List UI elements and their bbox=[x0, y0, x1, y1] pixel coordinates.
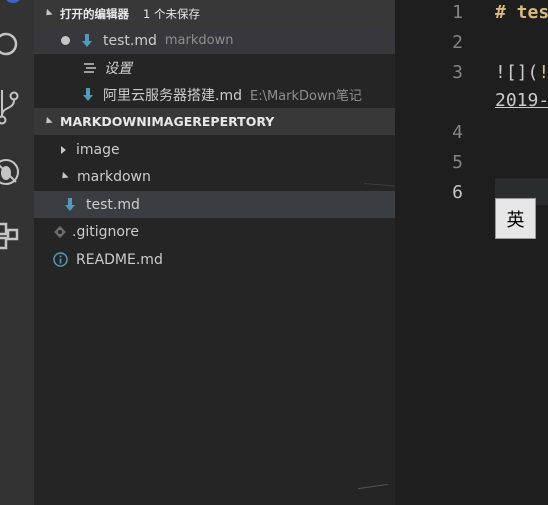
tree-item-file[interactable]: .gitignore bbox=[34, 218, 395, 245]
tree-item-folder[interactable]: image bbox=[34, 136, 395, 163]
chevron-down-icon bbox=[43, 8, 53, 19]
workspace-folder-header[interactable]: MARKDOWNIMAGEREPERTORY bbox=[34, 108, 395, 135]
drag-trace bbox=[358, 483, 388, 490]
line-number: 3 bbox=[452, 62, 463, 83]
markdown-file-icon bbox=[83, 87, 93, 101]
tree-item-label: markdown bbox=[77, 168, 151, 185]
accounts-badge-icon[interactable] bbox=[0, 0, 34, 10]
line-number: 5 bbox=[452, 152, 463, 173]
tree-item-label: README.md bbox=[76, 251, 163, 268]
tree-item-label: image bbox=[76, 141, 120, 158]
code-line-heading: # tes bbox=[495, 2, 548, 23]
chevron-down-icon bbox=[59, 171, 69, 182]
ime-mode-indicator[interactable]: 英 bbox=[495, 198, 536, 239]
code-image-syntax: ![]( bbox=[495, 62, 539, 83]
tree-item-file[interactable]: test.md bbox=[34, 191, 395, 218]
open-editor-desc: markdown bbox=[164, 33, 234, 48]
extensions-icon[interactable] bbox=[0, 216, 34, 256]
settings-file-icon bbox=[84, 62, 96, 73]
open-editor-item[interactable]: 阿里云服务器搭建.md E:\MarkDown笔记 bbox=[34, 81, 395, 108]
chevron-right-icon bbox=[61, 145, 66, 154]
explorer-sidebar: 打开的编辑器 1 个未保存 test.md markdown 设置 阿里云服务器… bbox=[34, 0, 395, 505]
line-number: 2 bbox=[452, 32, 463, 53]
open-editor-name: test.md bbox=[103, 32, 157, 49]
code-line-wrapped-url: 2019- bbox=[495, 90, 548, 111]
code-line-image-link: ![](! bbox=[495, 62, 548, 83]
open-editor-item[interactable]: 设置 bbox=[34, 54, 395, 81]
open-editors-title: 打开的编辑器 bbox=[60, 6, 129, 21]
git-file-icon bbox=[54, 225, 66, 238]
chevron-down-icon bbox=[43, 116, 53, 127]
markdown-file-icon bbox=[65, 197, 75, 211]
source-control-icon[interactable] bbox=[0, 90, 34, 130]
info-file-icon bbox=[53, 252, 68, 267]
tree-item-label: test.md bbox=[86, 196, 140, 213]
line-number: 6 bbox=[452, 182, 463, 203]
markdown-file-icon bbox=[82, 33, 92, 47]
tree-item-file[interactable]: README.md bbox=[34, 246, 395, 273]
line-number: 4 bbox=[452, 122, 463, 143]
activity-bar bbox=[0, 0, 34, 505]
line-number: 1 bbox=[452, 2, 463, 23]
editor-pane[interactable]: 1 2 3 4 5 6 # tes ![](! 2019- 英 bbox=[395, 0, 548, 505]
workspace-folder-title: MARKDOWNIMAGEREPERTORY bbox=[60, 114, 275, 129]
open-editor-name: 阿里云服务器搭建.md bbox=[103, 87, 242, 104]
open-editors-header[interactable]: 打开的编辑器 1 个未保存 bbox=[34, 0, 395, 27]
open-editor-name: 设置 bbox=[104, 60, 132, 77]
search-icon[interactable] bbox=[0, 24, 34, 64]
tree-item-label: .gitignore bbox=[72, 223, 139, 240]
open-editor-item[interactable]: test.md markdown bbox=[34, 27, 395, 54]
open-editor-desc: E:\MarkDown笔记 bbox=[249, 89, 362, 104]
tree-item-folder[interactable]: markdown bbox=[34, 163, 395, 190]
unsaved-count-badge: 1 个未保存 bbox=[143, 6, 200, 21]
code-image-alt: ! bbox=[538, 62, 548, 83]
unsaved-dot-icon[interactable] bbox=[61, 36, 70, 45]
debug-icon[interactable] bbox=[0, 152, 34, 192]
